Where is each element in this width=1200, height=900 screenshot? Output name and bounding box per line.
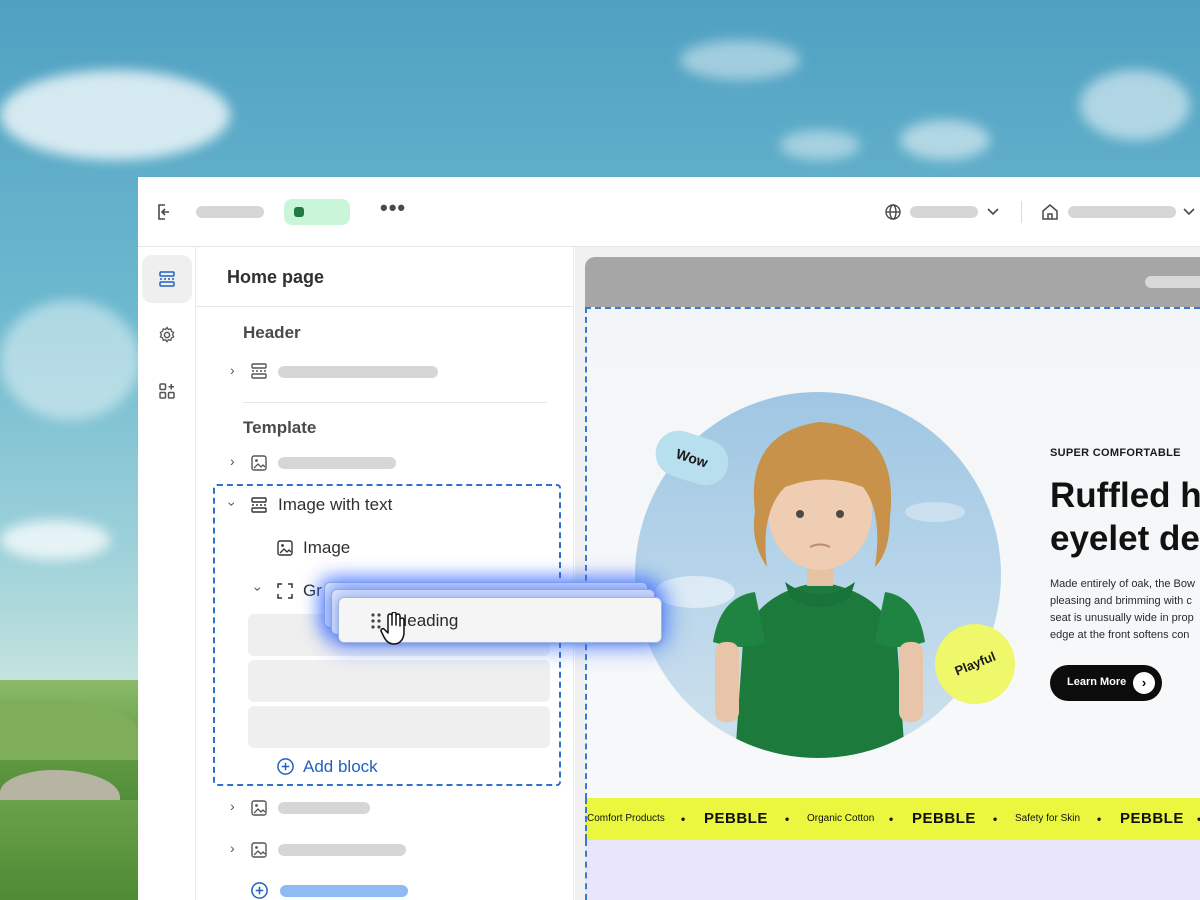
page-selector-placeholder[interactable] bbox=[1068, 206, 1176, 218]
apps-icon bbox=[159, 383, 175, 399]
group-icon bbox=[277, 583, 293, 599]
hero-section[interactable]: Wow Playful SUPER COMFORTABLE Ruffled h … bbox=[585, 307, 1200, 799]
divider bbox=[243, 402, 547, 403]
tag-playful-label: Playful bbox=[952, 648, 998, 679]
block-slot bbox=[248, 660, 550, 702]
marquee-item: Comfort Products bbox=[587, 813, 665, 824]
more-actions-icon[interactable]: ••• bbox=[380, 197, 406, 219]
grab-cursor-icon bbox=[380, 612, 405, 645]
theme-name-placeholder bbox=[196, 206, 264, 218]
language-placeholder[interactable] bbox=[910, 206, 978, 218]
sections-icon bbox=[159, 271, 175, 287]
section-icon bbox=[251, 497, 267, 513]
image-section-icon bbox=[251, 800, 267, 816]
hero-title-line-2: eyelet de bbox=[1050, 519, 1200, 558]
hero-body-line: pleasing and brimming with c bbox=[1050, 595, 1192, 607]
preview-frame: Wow Playful SUPER COMFORTABLE Ruffled h … bbox=[585, 257, 1200, 900]
cloud bbox=[0, 300, 140, 420]
section-placeholder[interactable] bbox=[278, 802, 370, 814]
hero-title: Ruffled h eyelet de bbox=[1050, 474, 1200, 560]
learn-more-label: Learn More bbox=[1067, 676, 1127, 688]
marquee-separator: • bbox=[681, 812, 686, 826]
hero-body: Made entirely of oak, the Bow pleasing a… bbox=[1050, 576, 1200, 644]
header-section-placeholder[interactable] bbox=[278, 366, 438, 378]
section-image-with-text[interactable]: Image with text bbox=[278, 495, 392, 515]
gear-icon bbox=[159, 326, 175, 343]
marquee-item: Safety for Skin bbox=[1015, 813, 1081, 824]
section-placeholder[interactable] bbox=[278, 844, 406, 856]
preview-header-bar bbox=[585, 257, 1200, 307]
header-section-icon bbox=[251, 363, 267, 379]
marquee-separator: • bbox=[889, 812, 894, 826]
preview-pane: Wow Playful SUPER COMFORTABLE Ruffled h … bbox=[575, 247, 1200, 900]
tag-playful: Playful bbox=[935, 624, 1015, 704]
marquee-item: PEBBLE bbox=[1120, 810, 1184, 827]
hero-title-line-1: Ruffled h bbox=[1050, 476, 1200, 515]
preview-header-placeholder bbox=[1145, 276, 1200, 288]
chevron-down-icon[interactable] bbox=[1182, 206, 1196, 218]
group-label-header: Header bbox=[243, 323, 301, 342]
group-label-template: Template bbox=[243, 418, 317, 437]
cloud bbox=[900, 120, 990, 160]
chevron-right-icon[interactable]: › bbox=[230, 453, 235, 469]
chevron-right-icon[interactable]: › bbox=[230, 362, 235, 378]
add-circle-icon[interactable] bbox=[276, 757, 295, 776]
add-section-placeholder[interactable] bbox=[280, 885, 408, 897]
status-badge bbox=[284, 199, 350, 225]
image-section-icon bbox=[251, 842, 267, 858]
rail-sections-button[interactable] bbox=[142, 255, 192, 303]
chevron-down-icon[interactable] bbox=[986, 206, 1000, 218]
background-grass bbox=[0, 800, 140, 900]
hero-body-line: Made entirely of oak, the Bow bbox=[1050, 578, 1195, 590]
cloud bbox=[680, 40, 800, 80]
add-circle-icon[interactable] bbox=[250, 881, 269, 900]
arrow-right-icon: › bbox=[1133, 672, 1155, 694]
learn-more-button[interactable]: Learn More › bbox=[1050, 665, 1162, 701]
top-bar: ••• bbox=[138, 177, 1200, 247]
block-slot bbox=[248, 706, 550, 748]
marquee-item: Organic Cotton bbox=[807, 813, 875, 824]
cloud bbox=[1080, 70, 1190, 140]
add-block-button[interactable]: Add block bbox=[303, 757, 378, 777]
cloud bbox=[0, 520, 110, 560]
marquee-bar: Comfort Products • PEBBLE • Organic Cott… bbox=[585, 798, 1200, 840]
hero-eyebrow: SUPER COMFORTABLE bbox=[1050, 447, 1181, 459]
cloud bbox=[0, 70, 230, 160]
page-title: Home page bbox=[227, 267, 325, 287]
hero-body-line: edge at the front softens con bbox=[1050, 629, 1190, 641]
marquee-separator: • bbox=[785, 812, 790, 826]
sections-sidebar: Home page Header › Template › › Image wi… bbox=[196, 247, 574, 900]
marquee-separator: • bbox=[993, 812, 998, 826]
hero-body-line: seat is unusually wide in prop bbox=[1050, 612, 1194, 624]
chevron-right-icon[interactable]: › bbox=[230, 798, 235, 814]
editor-window: • • • Home page Header › Template › › Imag… bbox=[138, 177, 1200, 900]
image-section-icon bbox=[251, 455, 267, 471]
template-section-placeholder[interactable] bbox=[278, 457, 396, 469]
chevron-down-icon[interactable]: › bbox=[224, 502, 240, 507]
image-icon bbox=[277, 540, 293, 556]
cloud bbox=[780, 130, 860, 160]
block-image[interactable]: Image bbox=[303, 538, 350, 558]
exit-icon[interactable] bbox=[154, 202, 174, 222]
chevron-right-icon[interactable]: › bbox=[230, 840, 235, 856]
rail-apps-button[interactable] bbox=[142, 367, 192, 415]
divider bbox=[1021, 201, 1022, 223]
rail-settings-button[interactable] bbox=[142, 311, 192, 359]
next-section-preview bbox=[585, 840, 1200, 900]
home-icon[interactable] bbox=[1040, 202, 1060, 222]
status-dot bbox=[294, 207, 304, 217]
divider bbox=[196, 306, 574, 307]
marquee-item: PEBBLE bbox=[912, 810, 976, 827]
icon-rail bbox=[138, 247, 196, 900]
marquee-separator: • bbox=[1097, 812, 1102, 826]
block-group[interactable]: Gr bbox=[303, 581, 322, 601]
chevron-down-icon[interactable]: › bbox=[250, 587, 266, 592]
marquee-item: PEBBLE bbox=[704, 810, 768, 827]
globe-icon[interactable] bbox=[883, 202, 903, 222]
